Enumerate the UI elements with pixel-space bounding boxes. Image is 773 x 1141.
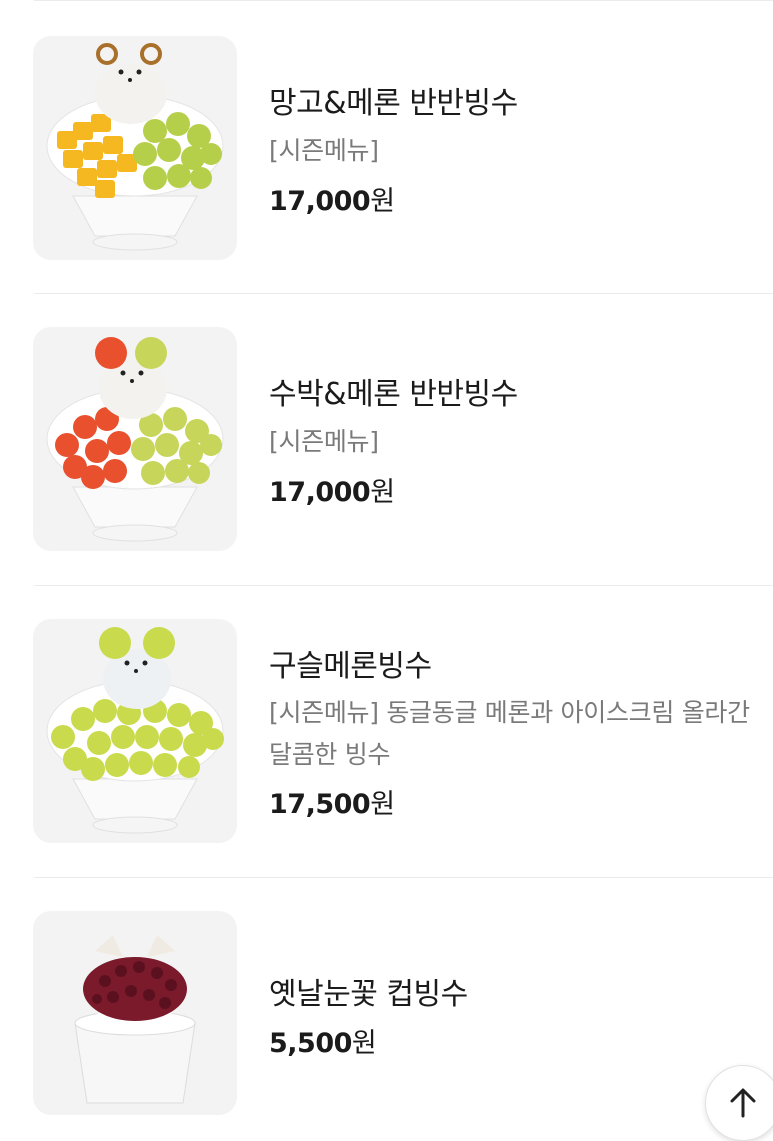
divider — [34, 585, 773, 586]
menu-item-name: 망고&메론 반반빙수 — [269, 86, 518, 121]
menu-item-mango-melon[interactable]: 망고&메론 반반빙수 [시즌메뉴] 17,000원 — [0, 36, 773, 260]
menu-item-bead-melon[interactable]: 구슬메론빙수 [시즌메뉴] 동글동글 메론과 아이스크림 올라간 달콤한 빙수 … — [0, 619, 773, 843]
menu-item-watermelon-melon[interactable]: 수박&메론 반반빙수 [시즌메뉴] 17,000원 — [0, 327, 773, 551]
menu-item-name: 옛날눈꽃 컵빙수 — [269, 977, 468, 1012]
price-currency: 원 — [351, 1028, 377, 1059]
menu-item-image — [33, 619, 237, 843]
menu-item-price: 5,500원 — [269, 1021, 377, 1060]
menu-item-name: 구슬메론빙수 — [269, 649, 432, 684]
menu-item-image — [33, 911, 237, 1115]
divider — [34, 877, 773, 878]
menu-item-price: 17,000원 — [269, 470, 395, 509]
price-value: 17,000 — [269, 477, 371, 508]
price-currency: 원 — [370, 477, 395, 508]
scroll-top-button[interactable] — [705, 1065, 773, 1141]
menu-item-image — [33, 327, 237, 551]
menu-item-description: [시즌메뉴] — [269, 427, 379, 456]
menu-item-name: 수박&메론 반반빙수 — [269, 377, 518, 412]
price-value: 17,000 — [269, 186, 371, 217]
price-value: 17,500 — [269, 789, 371, 820]
menu-item-description: [시즌메뉴] 동글동글 메론과 아이스크림 올라간 달콤한 빙수 — [269, 698, 750, 769]
divider — [34, 293, 773, 294]
price-currency: 원 — [370, 789, 395, 820]
menu-item-snowflake-cup[interactable]: 옛날눈꽃 컵빙수 5,500원 — [0, 911, 773, 1115]
price-currency: 원 — [370, 186, 395, 217]
menu-item-price: 17,000원 — [269, 179, 395, 218]
divider — [34, 0, 773, 1]
arrow-up-icon — [730, 1088, 756, 1118]
menu-item-price: 17,500원 — [269, 782, 395, 821]
menu-item-description: [시즌메뉴] — [269, 136, 379, 165]
menu-item-image — [33, 36, 237, 260]
price-value: 5,500 — [269, 1028, 352, 1059]
